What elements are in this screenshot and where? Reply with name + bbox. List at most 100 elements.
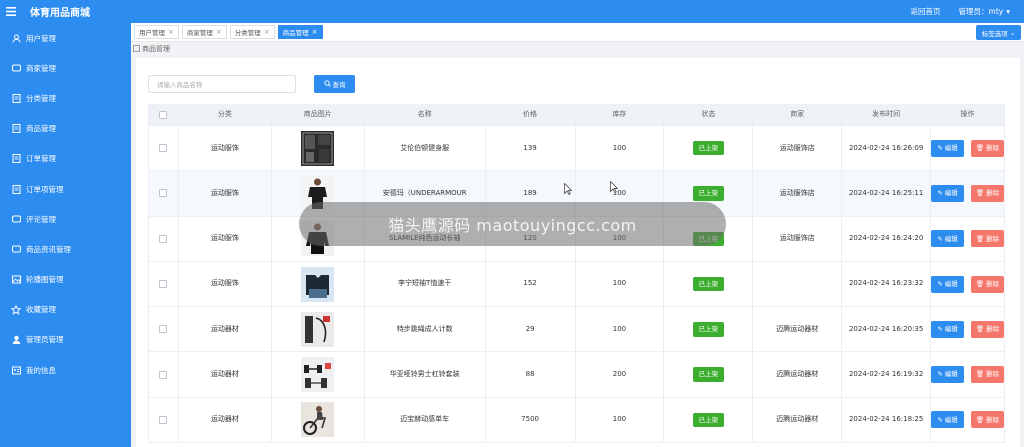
select-all-checkbox[interactable] <box>159 110 168 119</box>
row-time: 2024-02-24 16:23:32 <box>842 261 932 307</box>
row-merchant: 运动服饰店 <box>753 216 843 261</box>
search-input[interactable]: 请输入商品名称 <box>148 75 296 93</box>
row-category: 运动器材 <box>179 352 272 397</box>
delete-button[interactable]: 🗑 删除 <box>971 139 1004 157</box>
delete-label: 删除 <box>986 325 1000 334</box>
edit-button[interactable]: ✎ 编辑 <box>931 320 965 338</box>
header-time: 发布时间 <box>842 104 932 125</box>
home-link[interactable]: 返回首页 <box>911 6 941 17</box>
tab-label: 分类管理 <box>234 29 261 37</box>
status-badge[interactable]: 已上架 <box>692 412 725 428</box>
edit-icon: ✎ <box>937 189 943 198</box>
sidebar-item-orders[interactable]: 订单管理 <box>0 144 131 174</box>
edit-icon: ✎ <box>937 234 943 243</box>
row-merchant: 迈腾运动器材 <box>753 397 843 443</box>
tab-categories[interactable]: 分类管理 × <box>229 25 275 39</box>
row-category: 运动服饰 <box>179 171 272 216</box>
sidebar-item-my-info[interactable]: 我的信息 <box>0 355 131 385</box>
breadcrumb: 商品管理 <box>133 44 170 54</box>
row-name: 特步跳绳成人计数 <box>365 307 486 352</box>
row-checkbox[interactable] <box>159 325 168 334</box>
user-icon <box>10 32 22 44</box>
tab-label: 用户管理 <box>139 29 165 37</box>
close-icon[interactable]: × <box>168 28 174 36</box>
sidebar-item-products[interactable]: 商品管理 <box>0 114 131 144</box>
edit-button[interactable]: ✎ 编辑 <box>931 366 965 384</box>
edit-label: 编辑 <box>944 325 958 334</box>
edit-button[interactable]: ✎ 编辑 <box>931 139 965 157</box>
sidebar-item-carousel[interactable]: 轮播图管理 <box>0 265 131 295</box>
edit-label: 编辑 <box>944 234 958 243</box>
tab-options-button[interactable]: 标签选项 ⌄ <box>976 25 1021 40</box>
header-image: 商品图片 <box>272 104 365 125</box>
search-button[interactable]: 查询 <box>314 75 355 93</box>
delete-button[interactable]: 🗑 删除 <box>971 275 1004 293</box>
status-badge[interactable]: 已上架 <box>692 186 725 201</box>
sidebar-item-label: 商家管理 <box>26 63 56 73</box>
row-checkbox[interactable] <box>159 189 168 198</box>
sidebar-item-users[interactable]: 用户管理 <box>0 23 131 53</box>
menu-toggle-icon[interactable] <box>0 7 22 16</box>
product-image <box>301 130 335 166</box>
row-name: 迈宝赫动感单车 <box>365 397 486 443</box>
sidebar-item-merchants[interactable]: 商家管理 <box>0 53 131 83</box>
row-checkbox[interactable] <box>159 234 168 243</box>
delete-button[interactable]: 🗑 删除 <box>971 366 1004 384</box>
table-row: 运动服饰 李宁短袖T恤速干 152 100 已上架 2024-02-24 16:… <box>149 261 1005 308</box>
document-icon <box>10 153 22 165</box>
header-status: 状态 <box>664 104 754 125</box>
header-select-all[interactable] <box>149 104 179 125</box>
close-icon[interactable]: × <box>312 28 318 36</box>
sidebar-item-comments[interactable]: 评论管理 <box>0 204 131 234</box>
sidebar-item-favorites[interactable]: 收藏管理 <box>0 295 131 325</box>
row-checkbox[interactable] <box>159 415 168 424</box>
tab-label: 商家管理 <box>186 29 213 37</box>
edit-button[interactable]: ✎ 编辑 <box>931 184 965 202</box>
edit-button[interactable]: ✎ 编辑 <box>931 275 965 293</box>
sidebar-item-label: 评论管理 <box>26 214 56 224</box>
tab-users[interactable]: 用户管理 × <box>134 25 179 39</box>
sidebar-item-admins[interactable]: 管理员管理 <box>0 325 131 355</box>
delete-button[interactable]: 🗑 删除 <box>971 230 1004 248</box>
edit-label: 编辑 <box>944 143 958 152</box>
delete-button[interactable]: 🗑 删除 <box>971 411 1004 429</box>
sidebar-item-news[interactable]: 商品资讯管理 <box>0 234 131 264</box>
row-name: 艾伦伯顿健身服 <box>365 126 486 171</box>
edit-button[interactable]: ✎ 编辑 <box>931 230 965 248</box>
header-stock: 库存 <box>576 104 665 125</box>
edit-button[interactable]: ✎ 编辑 <box>931 411 965 429</box>
product-image <box>301 357 335 393</box>
user-dropdown[interactable]: 管理员：mty ▾ <box>959 6 1010 17</box>
tab-options-label: 标签选项 <box>981 29 1008 38</box>
status-badge[interactable]: 已上架 <box>692 140 725 156</box>
header-category: 分类 <box>179 104 272 125</box>
status-badge[interactable]: 已上架 <box>692 322 725 337</box>
row-category: 运动服饰 <box>179 261 272 307</box>
app-title: 体育用品商城 <box>30 8 90 19</box>
row-checkbox[interactable] <box>159 370 168 379</box>
row-merchant: 运动服饰店 <box>753 126 843 171</box>
edit-icon: ✎ <box>937 370 943 379</box>
sidebar-item-label: 轮播图管理 <box>26 275 64 285</box>
close-icon[interactable]: × <box>216 28 222 36</box>
tab-merchants[interactable]: 商家管理 × <box>181 25 227 39</box>
row-checkbox[interactable] <box>159 144 168 153</box>
delete-button[interactable]: 🗑 删除 <box>971 320 1004 338</box>
delete-button[interactable]: 🗑 删除 <box>971 184 1004 202</box>
edit-label: 编辑 <box>944 370 958 379</box>
edit-label: 编辑 <box>944 189 958 198</box>
close-icon[interactable]: × <box>264 28 270 36</box>
sidebar-item-categories[interactable]: 分类管理 <box>0 83 131 113</box>
row-checkbox[interactable] <box>159 280 168 289</box>
main-panel: 请输入商品名称 查询 分类 商品图片 名称 价格 库存 状态 商家 发布时间 操… <box>136 58 1020 447</box>
sidebar-item-order-items[interactable]: 订单项管理 <box>0 174 131 204</box>
sidebar: 用户管理 商家管理 分类管理 商品管理 订单管理 订单项管理 评论管理 商品资讯… <box>0 23 131 447</box>
delete-label: 删除 <box>986 143 1000 152</box>
header-actions: 操作 <box>931 104 1005 125</box>
product-image <box>301 266 335 302</box>
status-badge[interactable]: 已上架 <box>692 276 725 292</box>
status-badge[interactable]: 已上架 <box>692 367 725 382</box>
edit-label: 编辑 <box>944 415 958 424</box>
breadcrumb-label: 商品管理 <box>142 45 170 53</box>
tab-products[interactable]: 商品管理 × <box>277 25 323 39</box>
